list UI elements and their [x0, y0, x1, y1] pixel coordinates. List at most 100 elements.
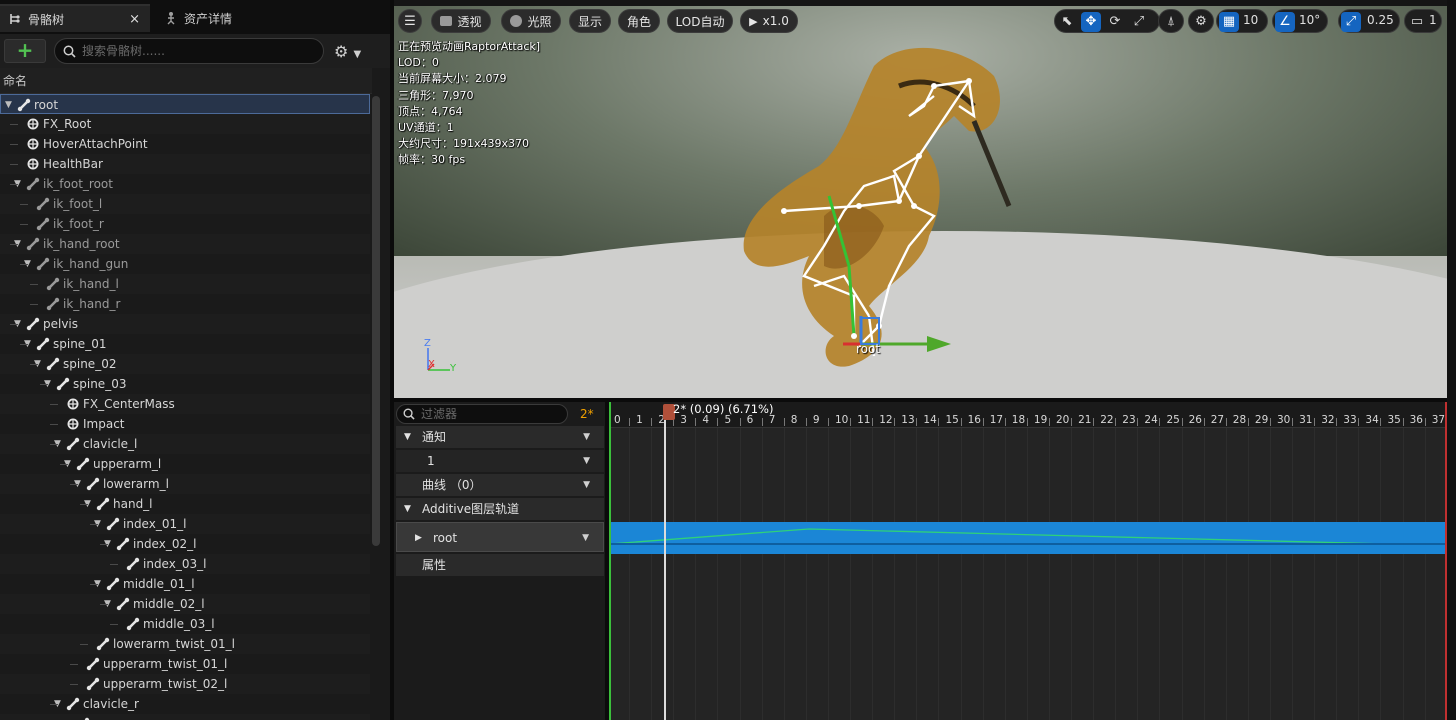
lod-auto-button[interactable]: LOD自动	[667, 9, 733, 33]
anim-timeline[interactable]: 0 1 2 3 4 5 6 7 8 9 10 11 12 13 14 15 16 17 18 19 20 21 22 23 24…	[609, 402, 1447, 720]
grid-snap-group[interactable]: ▦ 10	[1216, 9, 1268, 33]
rotation-snap-group[interactable]: ∠ 10°	[1272, 9, 1328, 33]
frame-tick-label: 23	[1122, 414, 1136, 426]
tree-row[interactable]: FX_CenterMass	[0, 394, 370, 414]
scale-icon[interactable]: ⤢	[1129, 12, 1149, 32]
tree-row[interactable]: ▼ index_02_l	[0, 534, 370, 554]
track-root[interactable]: ▶ root ▼	[396, 522, 604, 552]
root-curve	[609, 528, 1447, 545]
tree-row[interactable]: ▼ pelvis	[0, 314, 370, 334]
grid-line	[1071, 428, 1072, 720]
name-column-header[interactable]: 命名	[0, 68, 372, 94]
preview-viewport[interactable]: root Z X Y ☰ 透视 光照 显示 角色 LOD自动 ▶ x1.0 正在…	[394, 6, 1447, 398]
tree-connector	[20, 204, 28, 205]
tree-row[interactable]: ▼ clavicle_l	[0, 434, 370, 454]
tree-row-label: lowerarm_twist_01_l	[113, 637, 235, 651]
tree-row[interactable]: ik_foot_r	[0, 214, 370, 234]
root-additive-track-bar[interactable]	[609, 522, 1447, 554]
tree-row[interactable]: middle_03_l	[0, 614, 370, 634]
grid-line	[1358, 428, 1360, 720]
tree-row[interactable]: ▼ ik_hand_root	[0, 234, 370, 254]
select-icon[interactable]: ⬉	[1057, 12, 1077, 32]
chevron-down-icon[interactable]: ▼	[583, 426, 590, 448]
collapse-arrow-icon[interactable]: ▼	[404, 426, 411, 448]
tree-row[interactable]: index_03_l	[0, 554, 370, 574]
settings-button[interactable]: ⚙ ▼	[334, 42, 374, 62]
frame-tick-label: 16	[967, 414, 981, 426]
tree-row[interactable]: ▼ ik_hand_gun	[0, 254, 370, 274]
scale-snap-group[interactable]: ⤢ 0.25	[1338, 9, 1400, 33]
track-attributes[interactable]: 属性	[396, 554, 604, 576]
playback-speed-button[interactable]: ▶ x1.0	[740, 9, 798, 33]
tab-asset-details[interactable]: 资产详情	[156, 4, 306, 32]
expand-arrow-icon[interactable]: ▼	[5, 95, 15, 115]
tree-row-label: ik_hand_l	[63, 277, 119, 291]
character-button[interactable]: 角色	[618, 9, 660, 33]
tree-row[interactable]: ▼ spine_02	[0, 354, 370, 374]
tree-row[interactable]: ▼ ik_foot_root	[0, 174, 370, 194]
tree-row[interactable]: ▼ clavicle_r	[0, 694, 370, 714]
tree-row[interactable]	[0, 714, 370, 720]
rotate-icon[interactable]: ⟳	[1105, 12, 1125, 32]
tree-row-label: ik_foot_l	[53, 197, 103, 211]
tree-row[interactable]: HoverAttachPoint	[0, 134, 370, 154]
frame-tick-label: 27	[1210, 414, 1225, 426]
track-curves[interactable]: 曲线 （0） ▼	[396, 474, 604, 496]
add-button[interactable]: +	[4, 39, 46, 63]
tree-row[interactable]: ik_foot_l	[0, 194, 370, 214]
perspective-button[interactable]: 透视	[431, 9, 491, 33]
camera-speed-group[interactable]: ▭ 1	[1404, 9, 1442, 33]
lighting-button[interactable]: 光照	[501, 9, 561, 33]
tree-row-label: middle_03_l	[143, 617, 215, 631]
tree-row[interactable]: ik_hand_l	[0, 274, 370, 294]
search-input[interactable]	[82, 44, 302, 58]
tree-row[interactable]: ▼ spine_01	[0, 334, 370, 354]
tree-row[interactable]: upperarm_twist_01_l	[0, 654, 370, 674]
frame-tick-mark	[894, 418, 896, 426]
tree-row[interactable]: ▼ middle_01_l	[0, 574, 370, 594]
tree-row[interactable]: ik_hand_r	[0, 294, 370, 314]
tree-row[interactable]: ▼ middle_02_l	[0, 594, 370, 614]
tree-row[interactable]: ▼ lowerarm_l	[0, 474, 370, 494]
tree-row-label: clavicle_l	[83, 437, 138, 451]
chevron-down-icon[interactable]: ▼	[582, 523, 589, 553]
coordinate-space-button[interactable]: ⍋	[1158, 9, 1184, 33]
grid-line	[872, 428, 874, 720]
grid-line	[1093, 428, 1095, 720]
close-icon[interactable]: ×	[129, 12, 140, 27]
chevron-down-icon[interactable]: ▼	[583, 450, 590, 472]
tree-row-label: HoverAttachPoint	[43, 137, 148, 151]
tree-row[interactable]: ▼ root	[0, 94, 370, 114]
tree-row[interactable]: Impact	[0, 414, 370, 434]
viewport-menu-button[interactable]: ☰	[398, 9, 422, 33]
tree-row[interactable]: FX_Root	[0, 114, 370, 134]
tree-row[interactable]: ▼ spine_03	[0, 374, 370, 394]
bone-icon	[106, 577, 120, 591]
tree-row[interactable]: lowerarm_twist_01_l	[0, 634, 370, 654]
track-additive-layer[interactable]: ▼ Additive图层轨道	[396, 498, 604, 520]
tab-skeleton-tree[interactable]: 骨骼树 ×	[0, 4, 150, 32]
surface-snap-button[interactable]: ⚙	[1188, 9, 1214, 33]
filter-input[interactable]	[421, 407, 561, 421]
frame-tick-label: 31	[1299, 414, 1313, 426]
tree-row[interactable]: ▼ upperarm_l	[0, 454, 370, 474]
grid-line	[982, 428, 984, 720]
frame-tick-label: 24	[1144, 414, 1158, 426]
show-button[interactable]: 显示	[569, 9, 611, 33]
chevron-down-icon[interactable]: ▼	[583, 474, 590, 496]
viewport-stats: 正在预览动画RaptorAttack] LOD：0 当前屏幕大小：2.079 三…	[398, 39, 540, 169]
tree-row[interactable]: upperarm_twist_02_l	[0, 674, 370, 694]
transform-gizmo[interactable]	[839, 306, 954, 366]
tree-row[interactable]: ▼ index_01_l	[0, 514, 370, 534]
track-notifies[interactable]: ▼ 通知 ▼	[396, 426, 604, 448]
tree-row[interactable]: HealthBar	[0, 154, 370, 174]
move-icon[interactable]: ✥	[1081, 12, 1101, 32]
tree-row[interactable]: ▼ hand_l	[0, 494, 370, 514]
track-notify-1[interactable]: 1 ▼	[396, 450, 604, 472]
tree-scrollbar[interactable]	[372, 96, 380, 546]
collapse-arrow-icon[interactable]: ▼	[404, 498, 411, 520]
socket-icon	[26, 157, 40, 171]
frame-tick-mark	[805, 418, 807, 426]
expand-arrow-icon[interactable]: ▶	[415, 523, 422, 553]
frame-tick-mark	[1004, 418, 1006, 426]
